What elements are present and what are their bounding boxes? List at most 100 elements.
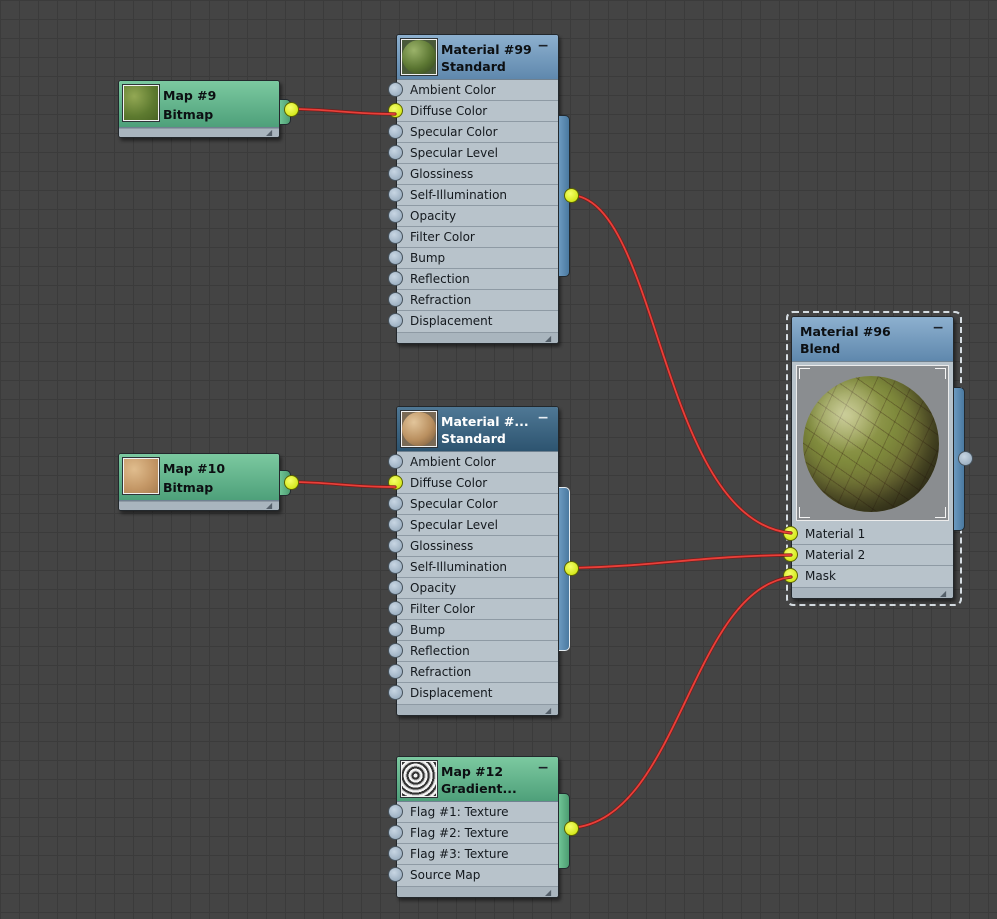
slot-row[interactable]: Material 1 — [783, 524, 953, 545]
slot-row[interactable]: Filter Color — [388, 227, 558, 248]
input-socket[interactable] — [388, 643, 403, 658]
input-socket[interactable] — [388, 867, 403, 882]
slot-row[interactable]: Opacity — [388, 206, 558, 227]
slot-row[interactable]: Specular Color — [388, 494, 558, 515]
output-socket-map-10[interactable] — [284, 475, 299, 490]
input-socket[interactable] — [388, 145, 403, 160]
slot-label: Glossiness — [410, 539, 474, 553]
input-socket[interactable] — [388, 804, 403, 819]
input-socket[interactable] — [388, 271, 403, 286]
input-socket[interactable] — [388, 580, 403, 595]
sand-material-ball-thumbnail — [401, 411, 437, 447]
minimize-icon[interactable]: − — [932, 320, 944, 336]
input-socket[interactable] — [388, 601, 403, 616]
input-socket[interactable] — [783, 568, 798, 583]
output-socket-material-99[interactable] — [564, 188, 579, 203]
slot-row[interactable]: Specular Color — [388, 122, 558, 143]
slot-row[interactable]: Opacity — [388, 578, 558, 599]
slot-row[interactable]: Filter Color — [388, 599, 558, 620]
slot-row[interactable]: Displacement — [388, 683, 558, 704]
slot-row[interactable]: Ambient Color — [388, 452, 558, 473]
node-map-12[interactable]: Map #12 Gradient... − Flag #1: Texture Fl… — [388, 756, 570, 898]
slot-label: Specular Color — [410, 125, 498, 139]
input-socket[interactable] — [783, 547, 798, 562]
node-header[interactable]: Map #9 Bitmap — [119, 81, 279, 128]
node-map-10[interactable]: Map #10 Bitmap ◢ — [118, 453, 291, 511]
slot-row[interactable]: Specular Level — [388, 143, 558, 164]
node-header[interactable]: Material #... Standard − — [397, 407, 558, 452]
node-material-96[interactable]: Material #96 Blend − Material 1 Material … — [783, 316, 965, 599]
input-socket[interactable] — [783, 526, 798, 541]
node-material-99[interactable]: Material #99 Standard − Ambient Color Dif… — [388, 34, 570, 344]
slot-row[interactable]: Diffuse Color — [388, 473, 558, 494]
output-socket-material-2[interactable] — [564, 561, 579, 576]
node-header[interactable]: Map #10 Bitmap — [119, 454, 279, 501]
input-socket[interactable] — [388, 103, 403, 118]
slot-label: Self-Illumination — [410, 188, 508, 202]
slot-row[interactable]: Flag #3: Texture — [388, 844, 558, 865]
slot-row[interactable]: Diffuse Color — [388, 101, 558, 122]
input-socket[interactable] — [388, 187, 403, 202]
input-socket[interactable] — [388, 685, 403, 700]
node-header[interactable]: Map #12 Gradient... − — [397, 757, 558, 802]
input-socket[interactable] — [388, 622, 403, 637]
slot-row[interactable]: Refraction — [388, 290, 558, 311]
wire-map9-to-diffuse — [289, 107, 397, 116]
input-socket[interactable] — [388, 825, 403, 840]
wire-map10-to-diffuse — [289, 480, 397, 489]
slot-row[interactable]: Bump — [388, 620, 558, 641]
input-socket[interactable] — [388, 454, 403, 469]
input-socket[interactable] — [388, 664, 403, 679]
node-map-9[interactable]: Map #9 Bitmap ◢ — [118, 80, 291, 138]
node-material-2[interactable]: Material #... Standard − Ambient Color Di… — [388, 406, 570, 716]
slot-row[interactable]: Specular Level — [388, 515, 558, 536]
input-socket[interactable] — [388, 496, 403, 511]
input-socket[interactable] — [388, 559, 403, 574]
minimize-icon[interactable]: − — [537, 38, 549, 54]
resize-grip-icon[interactable]: ◢ — [266, 502, 276, 510]
slot-row[interactable]: Ambient Color — [388, 80, 558, 101]
slot-row[interactable]: Reflection — [388, 641, 558, 662]
minimize-icon[interactable]: − — [537, 760, 549, 776]
slot-row[interactable]: Material 2 — [783, 545, 953, 566]
input-socket[interactable] — [388, 250, 403, 265]
input-socket[interactable] — [388, 124, 403, 139]
output-socket-map-9[interactable] — [284, 102, 299, 117]
slot-row[interactable]: Glossiness — [388, 536, 558, 557]
slot-row[interactable]: Self-Illumination — [388, 557, 558, 578]
input-socket[interactable] — [388, 313, 403, 328]
resize-grip-icon[interactable]: ◢ — [266, 129, 276, 137]
slot-label: Glossiness — [410, 167, 474, 181]
input-socket[interactable] — [388, 517, 403, 532]
input-socket[interactable] — [388, 475, 403, 490]
input-socket[interactable] — [388, 208, 403, 223]
slot-row[interactable]: Displacement — [388, 311, 558, 332]
input-socket[interactable] — [388, 166, 403, 181]
node-header[interactable]: Material #99 Standard − — [397, 35, 558, 80]
slot-row[interactable]: Self-Illumination — [388, 185, 558, 206]
node-header[interactable]: Material #96 Blend − — [792, 317, 953, 362]
resize-grip-icon[interactable]: ◢ — [940, 590, 950, 598]
slot-label: Opacity — [410, 209, 457, 223]
input-socket[interactable] — [388, 229, 403, 244]
slot-row[interactable]: Glossiness — [388, 164, 558, 185]
resize-grip-icon[interactable]: ◢ — [545, 889, 555, 897]
resize-grip-icon[interactable]: ◢ — [545, 707, 555, 715]
slot-row[interactable]: Refraction — [388, 662, 558, 683]
slot-row[interactable]: Reflection — [388, 269, 558, 290]
output-socket-material-96[interactable] — [958, 451, 973, 466]
slot-row[interactable]: Bump — [388, 248, 558, 269]
input-socket[interactable] — [388, 846, 403, 861]
slot-row[interactable]: Source Map — [388, 865, 558, 886]
output-socket-map-12[interactable] — [564, 821, 579, 836]
resize-grip-icon[interactable]: ◢ — [545, 335, 555, 343]
minimize-icon[interactable]: − — [537, 410, 549, 426]
slot-label: Displacement — [410, 314, 493, 328]
input-socket[interactable] — [388, 538, 403, 553]
input-socket[interactable] — [388, 82, 403, 97]
wire-map12-to-mask — [569, 575, 793, 830]
slot-row[interactable]: Mask — [783, 566, 953, 587]
slot-row[interactable]: Flag #1: Texture — [388, 802, 558, 823]
slot-row[interactable]: Flag #2: Texture — [388, 823, 558, 844]
input-socket[interactable] — [388, 292, 403, 307]
